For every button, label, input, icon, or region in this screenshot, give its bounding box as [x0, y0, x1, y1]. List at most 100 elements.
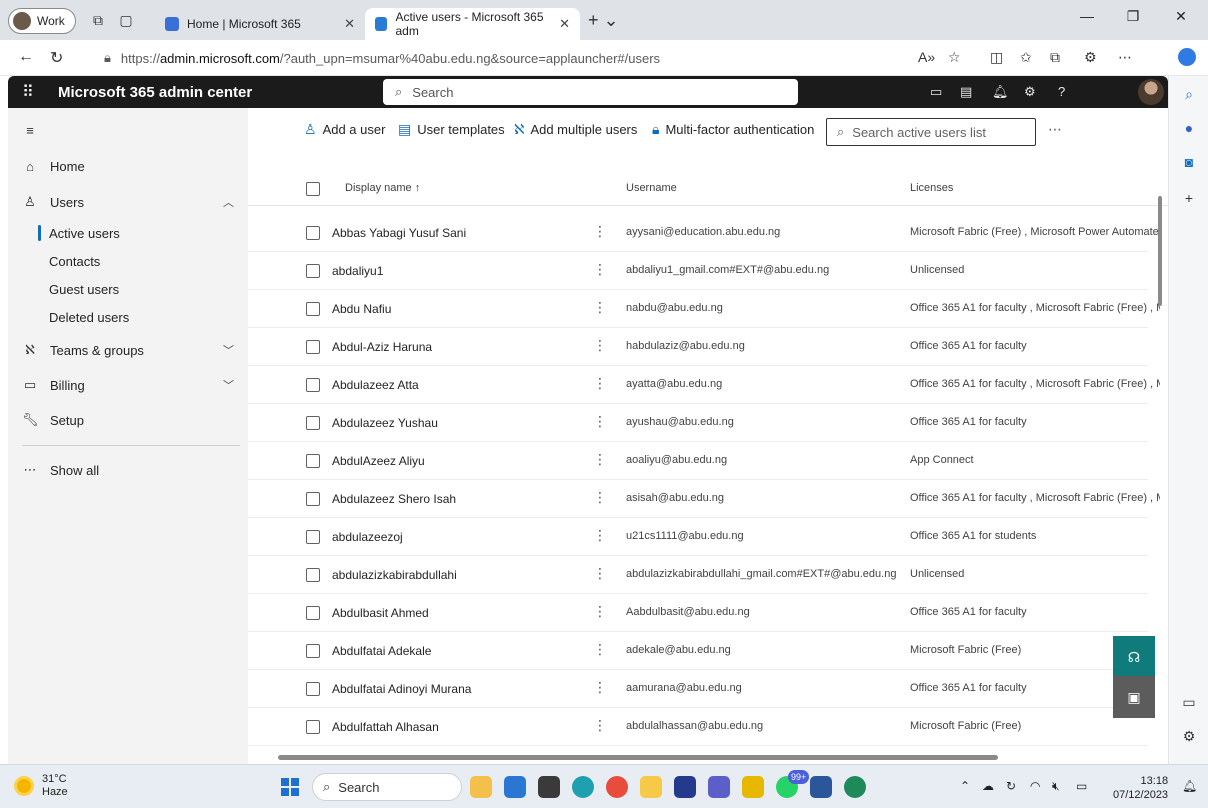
user-display-name[interactable]: Abdulfattah Alhasan	[332, 720, 439, 734]
user-templates-button[interactable]: ▤ User templates	[398, 121, 505, 138]
extensions-icon[interactable]: ⚙	[1084, 49, 1097, 66]
row-more-actions-icon[interactable]: ⋮	[593, 337, 607, 354]
volume-muted-icon[interactable]: 🔇︎	[1052, 779, 1060, 794]
user-display-name[interactable]: AbdulAzeez Aliyu	[332, 454, 425, 468]
url-field[interactable]: 🔒︎ https://admin.microsoft.com/?auth_upn…	[104, 45, 884, 71]
row-checkbox[interactable]	[306, 378, 320, 392]
row-checkbox[interactable]	[306, 606, 320, 620]
nav-guest-users[interactable]: Guest users	[8, 276, 248, 302]
vertical-scrollbar[interactable]	[1156, 114, 1164, 754]
bell-icon[interactable]: 🔔︎	[992, 84, 1009, 100]
row-more-actions-icon[interactable]: ⋮	[593, 679, 607, 696]
file-explorer-icon[interactable]	[640, 776, 662, 798]
user-display-name[interactable]: Abbas Yabagi Yusuf Sani	[332, 226, 466, 240]
row-more-actions-icon[interactable]: ⋮	[593, 223, 607, 240]
nav-setup[interactable]: 🔧︎ Setup	[8, 406, 248, 434]
row-more-actions-icon[interactable]: ⋮	[593, 641, 607, 658]
hide-sidebar-icon[interactable]: ▭	[1179, 692, 1199, 712]
profile-button[interactable]: Work	[8, 8, 76, 34]
nav-teams-groups[interactable]: ℵ Teams & groups ﹀	[8, 336, 248, 364]
row-more-actions-icon[interactable]: ⋮	[593, 413, 607, 430]
row-checkbox[interactable]	[306, 302, 320, 316]
add-app-icon[interactable]: +	[1179, 188, 1199, 208]
app-icon[interactable]	[538, 776, 560, 798]
feedback-button[interactable]: ▣	[1113, 676, 1155, 718]
search-active-users-input[interactable]: ⌕ Search active users list	[826, 118, 1036, 146]
outlook-icon[interactable]: ◙	[1179, 152, 1199, 172]
nav-active-users[interactable]: Active users	[8, 220, 248, 246]
row-more-actions-icon[interactable]: ⋮	[593, 299, 607, 316]
nav-users[interactable]: ♙ Users ︿	[8, 188, 248, 216]
sync-icon[interactable]: ↻	[1006, 779, 1016, 793]
collections-icon[interactable]: ⧉	[1050, 49, 1060, 66]
user-display-name[interactable]: Abdu Nafiu	[332, 302, 391, 316]
tab-actions-icon[interactable]: ▢	[116, 10, 136, 30]
start-button[interactable]	[281, 778, 299, 796]
app-title[interactable]: Microsoft 365 admin center	[58, 84, 252, 101]
row-checkbox[interactable]	[306, 682, 320, 696]
table-row[interactable]: Abdul-Aziz Haruna ⋮ habdulaziz@abu.edu.ng O…	[248, 328, 1148, 366]
battery-icon[interactable]: ▭	[1076, 779, 1087, 793]
more-commands-icon[interactable]: ⋯	[1048, 121, 1062, 138]
help-icon[interactable]: ?	[1058, 84, 1065, 99]
chrome-icon[interactable]	[606, 776, 628, 798]
copilot-icon[interactable]: ●	[1179, 118, 1199, 138]
user-display-name[interactable]: abdulazizkabirabdullahi	[332, 568, 457, 582]
onedrive-icon[interactable]: ☁	[982, 779, 994, 793]
table-row[interactable]: Abdulazeez Shero Isah ⋮ asisah@abu.edu.ng O…	[248, 480, 1160, 518]
back-icon[interactable]: ←	[18, 48, 34, 66]
split-screen-icon[interactable]: ◫	[990, 49, 1003, 66]
minimize-icon[interactable]: —	[1064, 8, 1110, 24]
store-app-icon[interactable]	[504, 776, 526, 798]
wifi-icon[interactable]: ◠	[1030, 779, 1040, 793]
nav-show-all[interactable]: ⋯ Show all	[8, 456, 248, 484]
table-row[interactable]: Abdulfatai Adinoyi Murana ⋮ aamurana@abu.e…	[248, 670, 1148, 708]
copilot-icon[interactable]	[1178, 48, 1196, 66]
document-icon[interactable]: ▤	[960, 84, 972, 100]
nav-home[interactable]: ⌂ Home	[8, 152, 248, 180]
user-display-name[interactable]: Abdulfatai Adekale	[332, 644, 431, 658]
app-launcher-icon[interactable]: ⠿	[22, 82, 34, 102]
word-icon[interactable]	[810, 776, 832, 798]
terminal-icon[interactable]: ▭	[930, 84, 942, 100]
table-row[interactable]: Abdulazeez Atta ⋮ ayatta@abu.edu.ng Office …	[248, 366, 1160, 404]
weather-widget[interactable]: 31°C Haze	[14, 773, 68, 799]
table-row[interactable]: abdulazeezoj ⋮ u21cs1111@abu.edu.ng Office …	[248, 518, 1148, 556]
teams-icon[interactable]	[708, 776, 730, 798]
show-hidden-icons[interactable]: ⌃	[960, 779, 970, 793]
table-row[interactable]: abdulazizkabirabdullahi ⋮ abdulazizkabirab…	[248, 556, 1148, 594]
refresh-icon[interactable]: ↻	[50, 48, 63, 68]
nav-contacts[interactable]: Contacts	[8, 248, 248, 274]
scroll-thumb[interactable]	[1158, 196, 1162, 306]
table-row[interactable]: Abbas Yabagi Yusuf Sani ⋮ ayysani@educatio…	[248, 214, 1160, 252]
close-tab-icon[interactable]: ✕	[344, 16, 355, 32]
browser-app-icon[interactable]	[844, 776, 866, 798]
row-more-actions-icon[interactable]: ⋮	[593, 565, 607, 582]
table-row[interactable]: Abdu Nafiu ⋮ nabdu@abu.edu.ng Office 365 A1…	[248, 290, 1160, 328]
close-tab-icon[interactable]: ✕	[559, 16, 570, 32]
user-display-name[interactable]: abdulazeezoj	[332, 530, 403, 544]
horizontal-scrollbar[interactable]	[256, 752, 1136, 762]
more-icon[interactable]: ⋯	[1118, 49, 1132, 66]
close-window-icon[interactable]: ✕	[1158, 8, 1204, 25]
column-display-name[interactable]: Display name ↑	[345, 182, 420, 194]
help-chat-button[interactable]: ☊	[1113, 636, 1155, 678]
table-row[interactable]: AbdulAzeez Aliyu ⋮ aoaliyu@abu.edu.ng App C…	[248, 442, 1148, 480]
table-row[interactable]: Abdulfattah Alhasan ⋮ abdulalhassan@abu.ed…	[248, 708, 1148, 746]
row-more-actions-icon[interactable]: ⋮	[593, 261, 607, 278]
global-search-input[interactable]: ⌕ Search	[383, 79, 798, 105]
account-avatar[interactable]	[1138, 79, 1164, 105]
nav-deleted-users[interactable]: Deleted users	[8, 304, 248, 330]
row-checkbox[interactable]	[306, 264, 320, 278]
user-display-name[interactable]: abdaliyu1	[332, 264, 383, 278]
row-checkbox[interactable]	[306, 340, 320, 354]
row-checkbox[interactable]	[306, 226, 320, 240]
tab-home[interactable]: Home | Microsoft 365 ✕	[155, 8, 365, 40]
read-aloud-icon[interactable]: A»	[918, 49, 935, 65]
sticky-notes-icon[interactable]	[742, 776, 764, 798]
row-more-actions-icon[interactable]: ⋮	[593, 451, 607, 468]
user-display-name[interactable]: Abdulazeez Atta	[332, 378, 419, 392]
add-user-button[interactable]: ♙ Add a user	[304, 121, 385, 138]
edge-icon[interactable]	[572, 776, 594, 798]
nav-billing[interactable]: ▭ Billing ﹀	[8, 371, 248, 399]
